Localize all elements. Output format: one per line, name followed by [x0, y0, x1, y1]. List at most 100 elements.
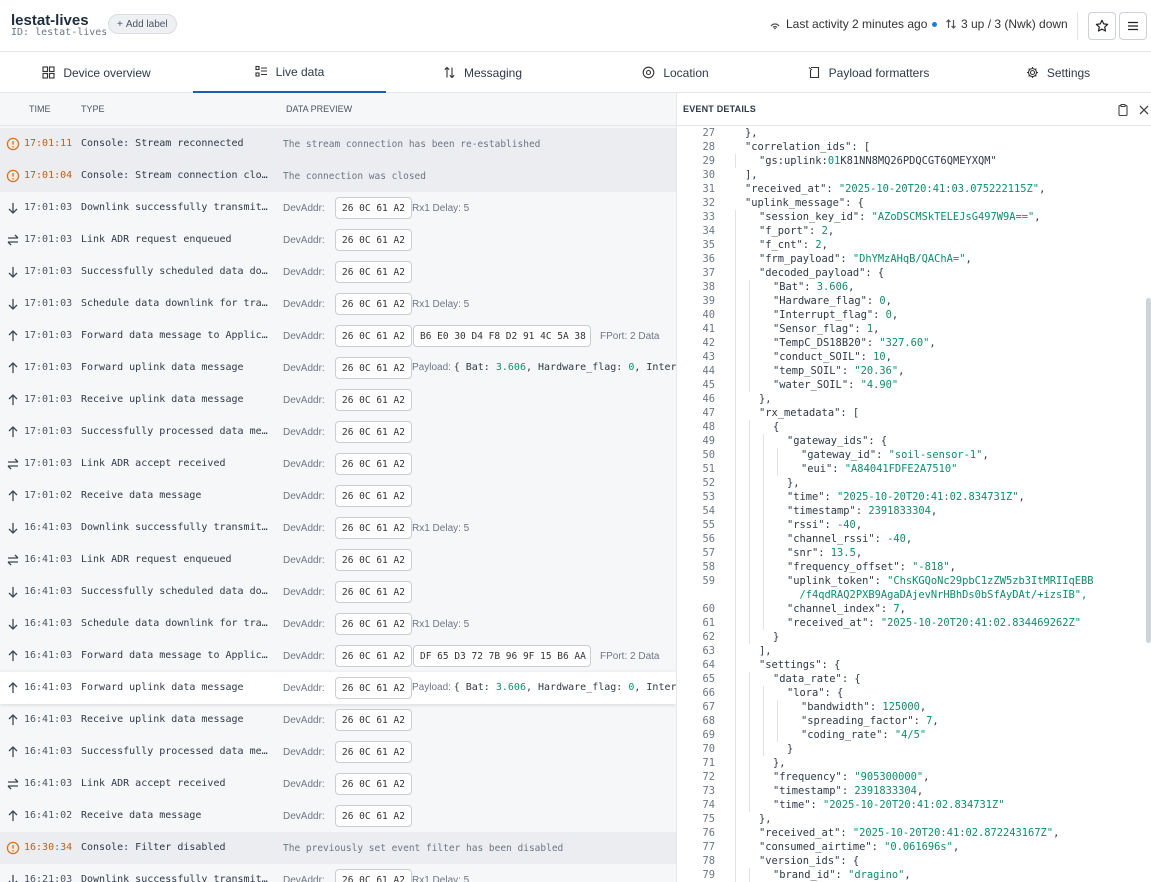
- tab-location[interactable]: Location: [579, 52, 772, 93]
- devaddr-value[interactable]: 26 0C 61 A2: [335, 421, 412, 443]
- json-line: 76 "received_at": "2025-10-20T20:41:02.87…: [677, 826, 1143, 840]
- event-type: Forward data message to Application Serv…: [81, 650, 273, 661]
- devaddr-value[interactable]: 26 0C 61 A2: [335, 677, 412, 699]
- event-row[interactable]: 16:41:03 Successfully processed data mess…: [0, 736, 676, 768]
- devaddr-value[interactable]: 26 0C 61 A2: [335, 773, 412, 795]
- indent-guide: [735, 364, 736, 378]
- event-row[interactable]: 16:30:34 Console: Filter disabled The prev…: [0, 832, 676, 864]
- close-icon[interactable]: [1137, 103, 1151, 117]
- indent-guide: [763, 686, 764, 700]
- devaddr-value[interactable]: 26 0C 61 A2: [335, 325, 412, 347]
- devaddr-value[interactable]: 26 0C 61 A2: [335, 197, 412, 219]
- indent-guide: [763, 448, 764, 462]
- devaddr-value[interactable]: 26 0C 61 A2: [335, 709, 412, 731]
- event-row[interactable]: 17:01:03 Receive uplink data message DevAd…: [0, 384, 676, 416]
- indent-guide: [749, 798, 750, 812]
- devaddr-value[interactable]: 26 0C 61 A2: [335, 645, 412, 667]
- event-type: Forward uplink data message: [81, 362, 244, 373]
- event-time: 17:01:03: [24, 266, 73, 277]
- gear-icon: [1026, 67, 1038, 78]
- event-row[interactable]: 16:41:03 Schedule data downlink for trans…: [0, 608, 676, 640]
- event-row[interactable]: 17:01:03 Downlink successfully transmitte…: [0, 192, 676, 224]
- devaddr-value[interactable]: 26 0C 61 A2: [335, 581, 412, 603]
- alert-circle-icon: [6, 137, 20, 151]
- json-line: 73 "timestamp": 2391833304,: [677, 784, 1143, 798]
- event-row[interactable]: 17:01:03 Successfully processed data mess…: [0, 416, 676, 448]
- event-row[interactable]: 16:21:03 Downlink successfully transmitte…: [0, 864, 676, 882]
- event-row[interactable]: 17:01:03 Schedule data downlink for trans…: [0, 288, 676, 320]
- tab-live-data[interactable]: Live data: [193, 52, 386, 93]
- json-line: 53 "time": "2025-10-20T20:41:02.834731Z",: [677, 490, 1143, 504]
- devaddr-label: DevAddr:: [283, 459, 325, 470]
- copy-icon[interactable]: [1116, 103, 1130, 117]
- devaddr-value[interactable]: 26 0C 61 A2: [335, 357, 412, 379]
- event-list-header: TIME TYPE DATA PREVIEW: [0, 93, 676, 126]
- devaddr-value[interactable]: 26 0C 61 A2: [335, 261, 412, 283]
- devaddr-value[interactable]: 26 0C 61 A2: [335, 517, 412, 539]
- json-text: ],: [745, 169, 758, 181]
- json-line: 72 "frequency": "905300000",: [677, 770, 1143, 784]
- frm-payload-value[interactable]: DF 65 D3 72 7B 96 9F 15 B6 AA 92...: [413, 645, 591, 667]
- event-time: 16:41:03: [24, 746, 73, 757]
- json-line: 38 "Bat": 3.606,: [677, 280, 1143, 294]
- json-line: 48 {: [677, 420, 1143, 434]
- event-row[interactable]: 17:01:04 Console: Stream connection close…: [0, 160, 676, 192]
- device-tabs: Device overview Live data Messaging Loca…: [0, 52, 1151, 93]
- devaddr-value[interactable]: 26 0C 61 A2: [335, 613, 412, 635]
- devaddr-value[interactable]: 26 0C 61 A2: [335, 389, 412, 411]
- devaddr-value[interactable]: 26 0C 61 A2: [335, 229, 412, 251]
- devaddr-value[interactable]: 26 0C 61 A2: [335, 805, 412, 827]
- menu-button[interactable]: [1119, 12, 1147, 40]
- indent-guide: [763, 588, 764, 602]
- tab-payload-formatters[interactable]: Payload formatters: [772, 52, 965, 93]
- arrow-up-icon: [6, 745, 20, 759]
- devaddr-value[interactable]: 26 0C 61 A2: [335, 549, 412, 571]
- event-row[interactable]: 16:41:03 Forward uplink data message DevAd…: [0, 672, 676, 704]
- event-row[interactable]: 17:01:03 Link ADR request enqueued DevAddr…: [0, 224, 676, 256]
- event-row[interactable]: 17:01:03 Forward data message to Applicat…: [0, 320, 676, 352]
- devaddr-value[interactable]: 26 0C 61 A2: [335, 485, 412, 507]
- event-row[interactable]: 16:41:02 Receive data message DevAddr: 26 0…: [0, 800, 676, 832]
- json-text: "timestamp": 2391833304,: [787, 505, 938, 517]
- event-preview-text: The connection was closed: [283, 171, 426, 182]
- json-line: 61 "received_at": "2025-10-20T20:41:02.83…: [677, 616, 1143, 630]
- event-json-viewer: 27}, 28 "correlation_ids": [29 "gs:uplink:0…: [677, 126, 1143, 882]
- line-number: 54: [702, 505, 715, 517]
- json-text: "Hardware_flag": 0,: [773, 295, 892, 307]
- swap-icon: [6, 553, 20, 567]
- indent-guide: [749, 378, 750, 392]
- details-scrollbar[interactable]: [1146, 298, 1151, 643]
- add-label-button[interactable]: + Add label: [108, 14, 177, 34]
- devaddr-label: DevAddr:: [283, 715, 325, 726]
- devaddr-value[interactable]: 26 0C 61 A2: [335, 453, 412, 475]
- event-row[interactable]: 17:01:02 Receive data message DevAddr: 26 0…: [0, 480, 676, 512]
- json-text: "uplink_token": "ChsKGQoNc29pbC1zZW5zb3I…: [787, 575, 1094, 587]
- json-line: 43 "conduct_SOIL": 10,: [677, 350, 1143, 364]
- devaddr-label: DevAddr:: [283, 395, 325, 406]
- event-row[interactable]: 16:41:03 Downlink successfully transmitte…: [0, 512, 676, 544]
- json-text: "f_cnt": 2,: [759, 239, 828, 251]
- indent-guide: [749, 322, 750, 336]
- event-row[interactable]: 17:01:03 Link ADR accept received DevAddr:…: [0, 448, 676, 480]
- json-line: 66 "lora": {: [677, 686, 1143, 700]
- event-row[interactable]: 16:41:03 Link ADR accept received DevAddr:…: [0, 768, 676, 800]
- line-number: 51: [702, 463, 715, 475]
- event-row[interactable]: 17:01:03 Successfully scheduled data down…: [0, 256, 676, 288]
- tab-settings[interactable]: Settings: [965, 52, 1151, 93]
- devaddr-value[interactable]: 26 0C 61 A2: [335, 293, 412, 315]
- tab-messaging[interactable]: Messaging: [386, 52, 579, 93]
- json-line: 59 "uplink_token": "ChsKGQoNc29pbC1zZW5zb…: [677, 574, 1143, 588]
- event-row[interactable]: 16:41:03 Receive uplink data message DevAd…: [0, 704, 676, 736]
- star-button[interactable]: [1088, 12, 1116, 40]
- indent-guide: [735, 658, 736, 672]
- event-row[interactable]: 16:41:03 Forward data message to Applicat…: [0, 640, 676, 672]
- updown-arrows-icon: [946, 19, 956, 29]
- devaddr-value[interactable]: 26 0C 61 A2: [335, 869, 412, 882]
- tab-device-overview[interactable]: Device overview: [0, 52, 193, 93]
- event-row[interactable]: 16:41:03 Link ADR request enqueued DevAddr…: [0, 544, 676, 576]
- event-row[interactable]: 17:01:03 Forward uplink data message DevAd…: [0, 352, 676, 384]
- devaddr-value[interactable]: 26 0C 61 A2: [335, 741, 412, 763]
- event-row[interactable]: 17:01:11 Console: Stream reconnected The s…: [0, 128, 676, 160]
- event-row[interactable]: 16:41:03 Successfully scheduled data down…: [0, 576, 676, 608]
- frm-payload-value[interactable]: B6 E0 30 D4 F8 D2 91 4C 5A 38 FD...: [413, 325, 591, 347]
